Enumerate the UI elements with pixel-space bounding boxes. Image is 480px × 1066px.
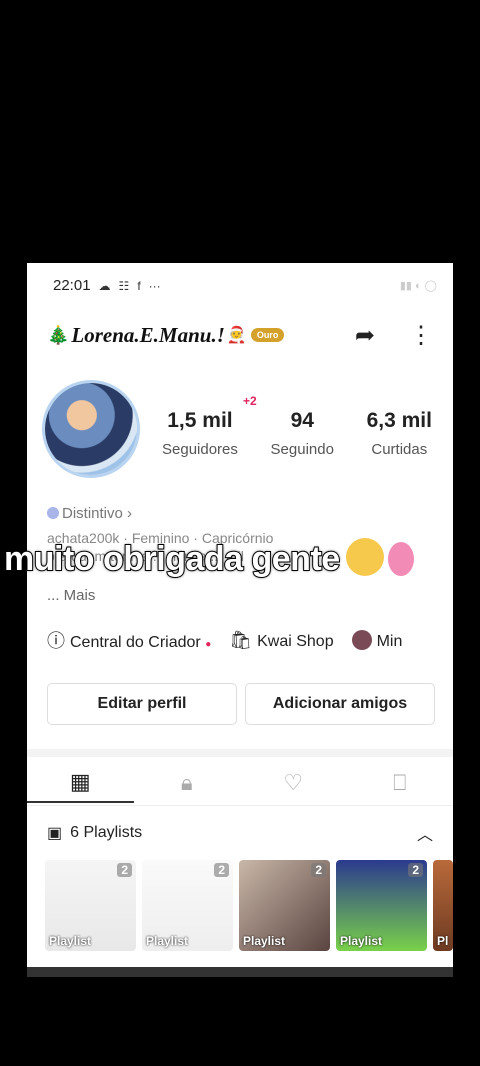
caption-text: muito obrigada gente bbox=[3, 539, 341, 579]
playlist-count: 2 bbox=[214, 863, 229, 877]
share-icon[interactable]: ➦ bbox=[355, 321, 375, 350]
facebook-icon: f bbox=[137, 278, 141, 293]
playlist-label: Playlist bbox=[243, 934, 286, 948]
lock-icon: 🔒︎ bbox=[180, 770, 193, 795]
playlist-card[interactable]: Pl bbox=[433, 860, 453, 951]
tab-grid[interactable]: ▦ bbox=[27, 763, 134, 803]
kwai-shop-link[interactable]: 🛍 Kwai Shop bbox=[229, 630, 333, 651]
playlist-count: 2 bbox=[311, 863, 326, 877]
playlist-count: 2 bbox=[117, 863, 132, 877]
add-friends-button[interactable]: Adicionar amigos bbox=[245, 683, 435, 725]
bookmark-icon: ⎕ bbox=[393, 770, 407, 795]
app-screen: 22:01 ☁ ☷ f ··· ▮▮ ◐ ◯ 🎄 Lorena.E.Manu.!… bbox=[27, 263, 453, 977]
playlist-card[interactable]: 2 Playlist bbox=[336, 860, 427, 951]
playlist-label: Playlist bbox=[146, 934, 189, 948]
playlists-title: 6 Playlists bbox=[70, 824, 143, 841]
status-bar: 22:01 ☁ ☷ f ··· bbox=[53, 277, 161, 294]
avatar[interactable] bbox=[45, 383, 137, 475]
more-bio-link[interactable]: ... Mais bbox=[47, 587, 95, 604]
mini-label: Min bbox=[376, 632, 403, 650]
stat-likes[interactable]: 6,3 mil Curtidas bbox=[367, 409, 432, 458]
shopping-bag-icon: 🛍 bbox=[229, 629, 253, 650]
stat-followers[interactable]: 1,5 mil Seguidores bbox=[162, 409, 238, 458]
new-followers-badge: +2 bbox=[243, 394, 257, 408]
playlist-row: 2 Playlist 2 Playlist 2 Playlist 2 Playl… bbox=[45, 860, 453, 951]
more-vertical-icon[interactable]: ⋮ bbox=[409, 321, 433, 350]
grid-icon: ▦ bbox=[69, 769, 91, 794]
stat-value: 1,5 mil bbox=[167, 409, 233, 432]
notification-dot: ● bbox=[205, 639, 212, 650]
video-caption: muito obrigada gente bbox=[3, 538, 414, 579]
stat-value: 94 bbox=[290, 409, 314, 432]
stat-label: Seguindo bbox=[270, 441, 334, 458]
distintivo-label: Distintivo bbox=[62, 505, 123, 522]
playlist-label: Pl bbox=[437, 934, 449, 948]
profile-stats: 1,5 mil Seguidores 94 Seguindo 6,3 mil C… bbox=[162, 409, 432, 458]
cloud-icon: ☁ bbox=[98, 278, 111, 293]
tab-saved[interactable]: ⎕ bbox=[347, 763, 454, 803]
quick-links: ⓘ Central do Criador ● 🛍 Kwai Shop Min bbox=[47, 627, 402, 653]
playlist-count: 2 bbox=[408, 863, 423, 877]
profile-name: Lorena.E.Manu.! bbox=[71, 322, 225, 347]
creator-center-label: Central do Criador bbox=[70, 634, 201, 651]
lightning-icon: ⓘ bbox=[47, 631, 65, 651]
kwai-shop-label: Kwai Shop bbox=[257, 632, 334, 650]
playlist-label: Playlist bbox=[340, 934, 383, 948]
playlist-label: Playlist bbox=[49, 934, 92, 948]
playlists-header[interactable]: ▣ 6 Playlists bbox=[47, 823, 142, 843]
profile-header: 🎄 Lorena.E.Manu.! 🧑‍🎄 Ouro ➦ ⋮ bbox=[47, 319, 433, 351]
video-strip bbox=[27, 967, 453, 977]
tier-badge[interactable]: Ouro bbox=[250, 328, 285, 342]
playlist-card[interactable]: 2 Playlist bbox=[45, 860, 136, 951]
edit-profile-button[interactable]: Editar perfil bbox=[47, 683, 237, 725]
heart-icon: ♡ bbox=[283, 770, 304, 795]
stat-label: Curtidas bbox=[371, 441, 428, 458]
playlist-card[interactable]: 2 Playlist bbox=[142, 860, 233, 951]
profile-tabs: ▦ 🔒︎ ♡ ⎕ bbox=[27, 763, 453, 803]
tab-liked[interactable]: ♡ bbox=[240, 763, 347, 803]
playlist-icon: ▣ bbox=[47, 825, 63, 842]
creator-center-link[interactable]: ⓘ Central do Criador ● bbox=[47, 627, 211, 653]
mini-avatar-icon bbox=[351, 629, 372, 650]
playlist-card[interactable]: 2 Playlist bbox=[239, 860, 330, 951]
pink-heart-icon bbox=[387, 542, 414, 576]
santa-icon: 🧑‍🎄 bbox=[226, 327, 247, 344]
stat-value: 6,3 mil bbox=[366, 409, 432, 432]
stat-following[interactable]: 94 Seguindo bbox=[271, 409, 334, 458]
tree-icon: 🎄 bbox=[47, 324, 70, 345]
distintivo-link[interactable]: Distintivo › bbox=[47, 505, 132, 522]
status-time: 22:01 bbox=[53, 277, 91, 294]
tab-divider bbox=[27, 805, 453, 806]
chevron-up-icon[interactable]: ︿ bbox=[417, 821, 433, 845]
status-more: ··· bbox=[148, 278, 161, 293]
mini-link[interactable]: Min bbox=[351, 629, 403, 651]
tab-private[interactable]: 🔒︎ bbox=[134, 763, 241, 803]
stat-label: Seguidores bbox=[162, 441, 238, 458]
people-icon: ☷ bbox=[118, 278, 130, 293]
pleading-face-icon bbox=[345, 538, 384, 576]
divider bbox=[27, 749, 453, 757]
distintivo-icon bbox=[47, 507, 59, 519]
status-right-icons: ▮▮ ◐ ◯ bbox=[399, 280, 437, 292]
